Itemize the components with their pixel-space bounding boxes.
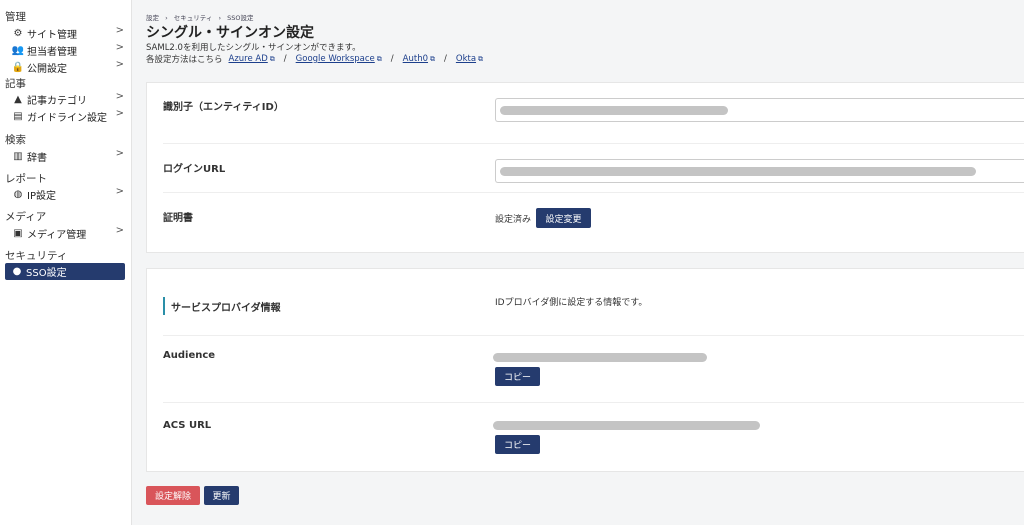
link-auth0[interactable]: Auth0 (403, 54, 428, 64)
acs-url-row: ACS URL コピー (163, 402, 1024, 470)
redacted-value (500, 106, 728, 115)
certificate-row: 証明書 設定済み 設定変更 (163, 192, 1024, 251)
ip-icon: ◍ (13, 188, 23, 200)
section-title-search: 検索 (5, 134, 26, 146)
sidebar-item-label: ガイドライン設定 (27, 112, 107, 124)
link-google-workspace[interactable]: Google Workspace (296, 54, 375, 64)
breadcrumb-separator: › (218, 14, 222, 22)
change-certificate-button[interactable]: 設定変更 (536, 208, 591, 228)
breadcrumb-item-security[interactable]: セキュリティ (174, 14, 213, 22)
audience-label: Audience (163, 350, 216, 361)
sp-heading-note: IDプロバイダ側に設定する情報です。 (495, 298, 648, 308)
chevron-right-icon: > (115, 186, 124, 197)
sidebar-item-ip-settings[interactable]: ◍ IP設定 > (12, 186, 126, 202)
external-link-icon: ⧉ (478, 54, 484, 63)
lock-icon: 🔒 (11, 61, 25, 73)
sidebar-item-publish-settings[interactable]: 🔒 公開設定 > (12, 59, 126, 75)
sidebar-item-label: 記事カテゴリ (27, 95, 87, 107)
idp-settings-card: 識別子（エンティティID） ログインURL 証明書 設定済み 設定変更 (146, 82, 1024, 253)
audience-redacted-value (493, 353, 707, 362)
category-icon: ▲ (14, 93, 22, 105)
sidebar-item-dictionary[interactable]: ▥ 辞書 > (12, 148, 126, 164)
breadcrumb-item-settings[interactable]: 設定 (146, 14, 159, 22)
certificate-label: 証明書 (163, 213, 193, 224)
chevron-right-icon: > (115, 148, 124, 159)
section-title-admin: 管理 (5, 11, 26, 23)
chevron-right-icon: > (115, 42, 124, 53)
shield-icon: ● (12, 266, 22, 277)
update-button[interactable]: 更新 (204, 486, 239, 505)
sidebar-item-label: 担当者管理 (27, 46, 77, 58)
sidebar-item-article-category[interactable]: ▲ 記事カテゴリ > (12, 91, 126, 107)
entity-id-row: 識別子（エンティティID） (163, 83, 1024, 144)
main-content: 設定 › セキュリティ › SSO設定 シングル・サインオン設定 SAML2.0… (132, 0, 1024, 525)
sidebar-item-label: IP設定 (27, 190, 56, 202)
chevron-right-icon: > (115, 59, 124, 70)
chevron-right-icon: > (115, 91, 124, 102)
external-link-icon: ⧉ (269, 54, 275, 63)
link-separator: / (390, 54, 394, 64)
sp-info-card: サービスプロバイダ情報 IDプロバイダ側に設定する情報です。 Audience … (146, 268, 1024, 472)
link-azure-ad[interactable]: Azure AD (229, 54, 268, 64)
link-okta[interactable]: Okta (456, 54, 476, 64)
sidebar: 管理 ⚙ サイト管理 > 👥 担当者管理 > 🔒 公開設定 > 記事 ▲ 記事カ… (0, 0, 132, 525)
section-title-report: レポート (5, 173, 47, 185)
guide-prefix: 各設定方法はこちら (146, 55, 223, 65)
sidebar-item-guideline-settings[interactable]: ▤ ガイドライン設定 > (12, 108, 126, 124)
page-title: シングル・サインオン設定 (146, 25, 314, 41)
breadcrumb-separator: › (165, 14, 168, 22)
login-url-input[interactable] (495, 159, 1024, 183)
copy-audience-button[interactable]: コピー (495, 367, 540, 386)
chevron-right-icon: > (115, 108, 124, 119)
certificate-status: 設定済み (495, 215, 532, 225)
audience-row: Audience コピー (163, 335, 1024, 403)
sidebar-item-label: SSO設定 (26, 268, 67, 279)
chevron-right-icon: > (115, 25, 124, 36)
external-link-icon: ⧉ (430, 54, 436, 63)
breadcrumb: 設定 › セキュリティ › SSO設定 (146, 12, 258, 22)
guide-links: 各設定方法はこちら Azure AD ⧉ / Google Workspace ⧉ … (146, 53, 489, 65)
sidebar-item-media-management[interactable]: ▣ メディア管理 > (12, 225, 126, 241)
sp-heading-row: サービスプロバイダ情報 IDプロバイダ側に設定する情報です。 (163, 269, 1024, 336)
chevron-right-icon: > (115, 225, 124, 236)
remove-settings-button[interactable]: 設定解除 (146, 486, 200, 505)
login-url-label: ログインURL (163, 164, 226, 175)
external-link-icon: ⧉ (376, 54, 382, 63)
link-separator: / (283, 54, 287, 64)
redacted-value (500, 167, 976, 176)
sidebar-item-label: 公開設定 (27, 63, 67, 75)
guideline-icon: ▤ (13, 110, 23, 122)
section-title-articles: 記事 (5, 78, 26, 90)
entity-id-input[interactable] (495, 98, 1024, 122)
breadcrumb-item-sso: SSO設定 (227, 14, 254, 22)
acs-url-label: ACS URL (163, 420, 212, 431)
sidebar-item-label: 辞書 (27, 152, 47, 164)
sidebar-item-site-management[interactable]: ⚙ サイト管理 > (12, 25, 126, 41)
media-icon: ▣ (13, 227, 23, 239)
sp-heading: サービスプロバイダ情報 (171, 303, 281, 314)
copy-acs-url-button[interactable]: コピー (495, 435, 540, 454)
gear-icon: ⚙ (13, 27, 23, 39)
page-description: SAML2.0を利用したシングル・サインオンができます。 (146, 43, 361, 53)
section-title-security: セキュリティ (5, 250, 68, 262)
acs-url-redacted-value (493, 421, 760, 430)
users-icon: 👥 (11, 44, 25, 56)
link-separator: / (444, 54, 447, 64)
login-url-row: ログインURL (163, 143, 1024, 193)
sidebar-item-label: メディア管理 (27, 229, 87, 241)
book-icon: ▥ (13, 150, 23, 162)
section-title-media: メディア (5, 211, 47, 223)
sidebar-item-staff-management[interactable]: 👥 担当者管理 > (12, 42, 126, 58)
sidebar-item-label: サイト管理 (27, 29, 77, 41)
entity-id-label: 識別子（エンティティID） (163, 102, 284, 113)
sidebar-item-sso-settings[interactable]: ● SSO設定 (5, 263, 125, 280)
